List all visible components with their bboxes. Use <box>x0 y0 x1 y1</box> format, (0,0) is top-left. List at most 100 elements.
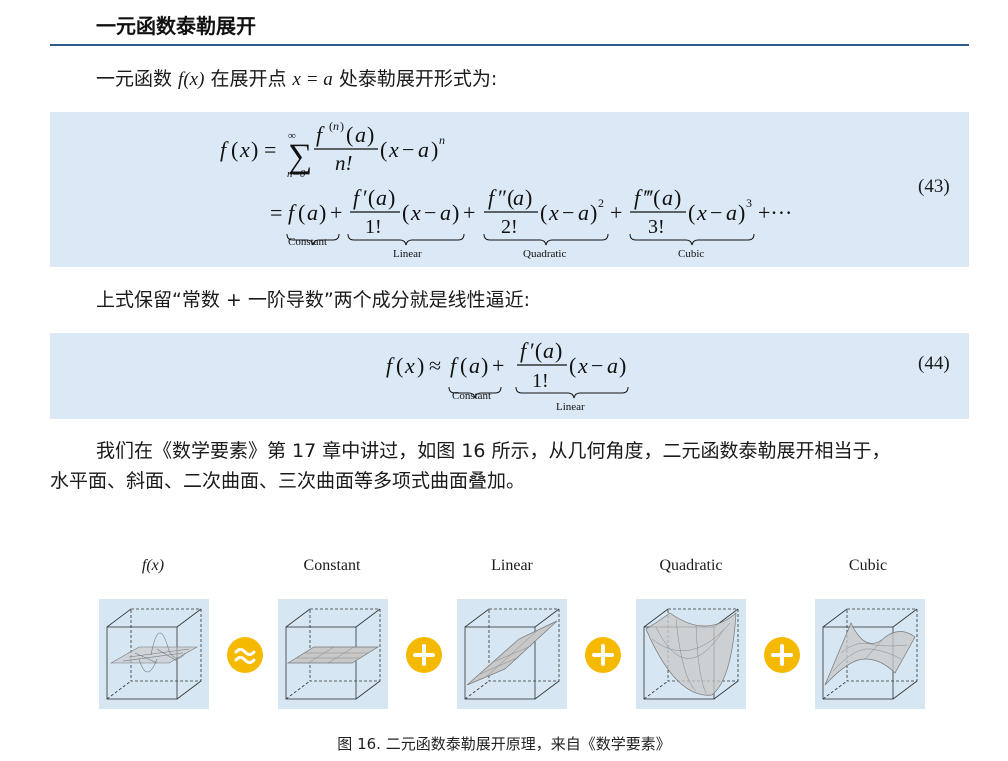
svg-text:x: x <box>404 353 415 378</box>
figure-label-linear: Linear <box>491 557 533 574</box>
svg-text:−: − <box>591 353 603 378</box>
svg-text:(: ( <box>460 353 467 378</box>
svg-text:(: ( <box>380 137 387 162</box>
svg-text:a: a <box>376 185 387 210</box>
section-heading: 一元函数泰勒展开 <box>96 14 256 38</box>
svg-text:a: a <box>578 200 589 225</box>
svg-text:): ) <box>674 185 681 210</box>
svg-text:f: f <box>450 353 459 378</box>
surface-panel-quadratic <box>636 599 746 709</box>
svg-text:f: f <box>386 353 395 378</box>
svg-text:a: a <box>726 200 737 225</box>
fx-symbol: f(x) <box>178 69 205 90</box>
svg-text:): ) <box>388 185 395 210</box>
figure-label-quadratic: Quadratic <box>659 557 723 574</box>
plus-icon <box>585 637 621 673</box>
svg-text:): ) <box>367 122 374 147</box>
svg-text:′(: ′( <box>530 338 542 363</box>
svg-text:a: a <box>440 200 451 225</box>
svg-text:=: = <box>264 137 276 162</box>
equation-43: f ( x ) = ∞ ∑ n=0 f ( n ) ( a ) n! ( x −… <box>220 119 792 260</box>
intro-paragraph: 一元函数 f(x) 在展开点 x = a 处泰勒展开形式为: <box>96 68 498 90</box>
svg-text:a: a <box>662 185 673 210</box>
svg-text:2: 2 <box>598 196 604 210</box>
linear-approx-paragraph: 上式保留“常数 + 一阶导数”两个成分就是线性逼近: <box>96 289 531 311</box>
svg-text:1!: 1! <box>365 216 382 238</box>
svg-text:3!: 3! <box>648 216 665 238</box>
svg-text:f: f <box>520 338 529 363</box>
svg-text:f: f <box>288 200 297 225</box>
svg-text:): ) <box>417 353 424 378</box>
svg-text:(: ( <box>402 200 409 225</box>
underbrace-label-quadratic: Quadratic <box>523 248 566 260</box>
surface-panel-linear <box>457 599 567 709</box>
equation-43-number: (43) <box>918 176 950 197</box>
svg-text:n: n <box>439 133 445 147</box>
svg-text:+: + <box>463 200 475 225</box>
svg-text:a: a <box>307 200 318 225</box>
figure-label-cubic: Cubic <box>848 557 888 574</box>
svg-text:): ) <box>340 119 344 133</box>
approx-icon <box>227 637 263 673</box>
geometry-paragraph-line2: 水平面、斜面、二次曲面、三次曲面等多项式曲面叠加。 <box>50 470 526 492</box>
svg-text:+···: +··· <box>758 200 792 225</box>
svg-text:): ) <box>590 200 597 225</box>
svg-text:+: + <box>492 353 504 378</box>
svg-text:≈: ≈ <box>429 353 441 378</box>
svg-text:): ) <box>319 200 326 225</box>
surface-panel-constant <box>278 599 388 709</box>
svg-text:a: a <box>543 338 554 363</box>
svg-text:): ) <box>738 200 745 225</box>
svg-text:f: f <box>634 185 643 210</box>
svg-text:): ) <box>431 137 438 162</box>
svg-text:(: ( <box>396 353 403 378</box>
svg-text:(: ( <box>688 200 695 225</box>
svg-text:a: a <box>513 185 524 210</box>
surface-panel-fx <box>99 599 209 709</box>
svg-text:f: f <box>488 185 497 210</box>
expansion-point: x = a <box>292 69 333 90</box>
svg-text:−: − <box>402 137 414 162</box>
svg-text:): ) <box>251 137 258 162</box>
underbrace-label-cubic: Cubic <box>678 248 704 260</box>
surface-panel-cubic <box>815 599 925 709</box>
svg-text:−: − <box>424 200 436 225</box>
svg-text:): ) <box>481 353 488 378</box>
svg-text:x: x <box>577 353 588 378</box>
svg-text:a: a <box>469 353 480 378</box>
svg-text:(: ( <box>298 200 305 225</box>
svg-text:n: n <box>333 119 339 133</box>
svg-text:x: x <box>696 200 707 225</box>
svg-text:(: ( <box>231 137 238 162</box>
equation-44-box: f ( x ) ≈ f ( a ) + f ′( a ) 1! ( x − a … <box>50 333 969 419</box>
equation-44-number: (44) <box>918 353 950 374</box>
svg-text:n!: n! <box>335 151 353 175</box>
svg-text:): ) <box>525 185 532 210</box>
svg-text:+: + <box>330 200 342 225</box>
svg-text:x: x <box>239 137 250 162</box>
figure-label-fx: f(x) <box>141 557 165 574</box>
svg-text:2!: 2! <box>501 216 518 238</box>
svg-text:′(: ′( <box>363 185 375 210</box>
svg-text:+: + <box>610 200 622 225</box>
underbrace-label-linear: Linear <box>393 248 422 260</box>
svg-text:a: a <box>418 137 429 162</box>
heading-rule <box>50 44 969 46</box>
eq44-label-constant: Constant <box>452 390 491 402</box>
svg-text:f: f <box>316 122 325 147</box>
svg-text:−: − <box>710 200 722 225</box>
svg-text:=: = <box>270 200 282 225</box>
sum-lower-limit: n=0 <box>287 168 306 180</box>
svg-text:3: 3 <box>746 196 752 210</box>
svg-text:f: f <box>353 185 362 210</box>
plus-icon <box>406 637 442 673</box>
svg-text:x: x <box>410 200 421 225</box>
svg-text:(: ( <box>540 200 547 225</box>
svg-text:f: f <box>220 137 229 162</box>
svg-text:x: x <box>548 200 559 225</box>
underbrace-label-constant: Constant <box>288 236 327 248</box>
equation-44: f ( x ) ≈ f ( a ) + f ′( a ) 1! ( x − a … <box>386 338 629 413</box>
svg-text:−: − <box>562 200 574 225</box>
svg-text:‴(: ‴( <box>644 185 661 210</box>
svg-text:): ) <box>452 200 459 225</box>
